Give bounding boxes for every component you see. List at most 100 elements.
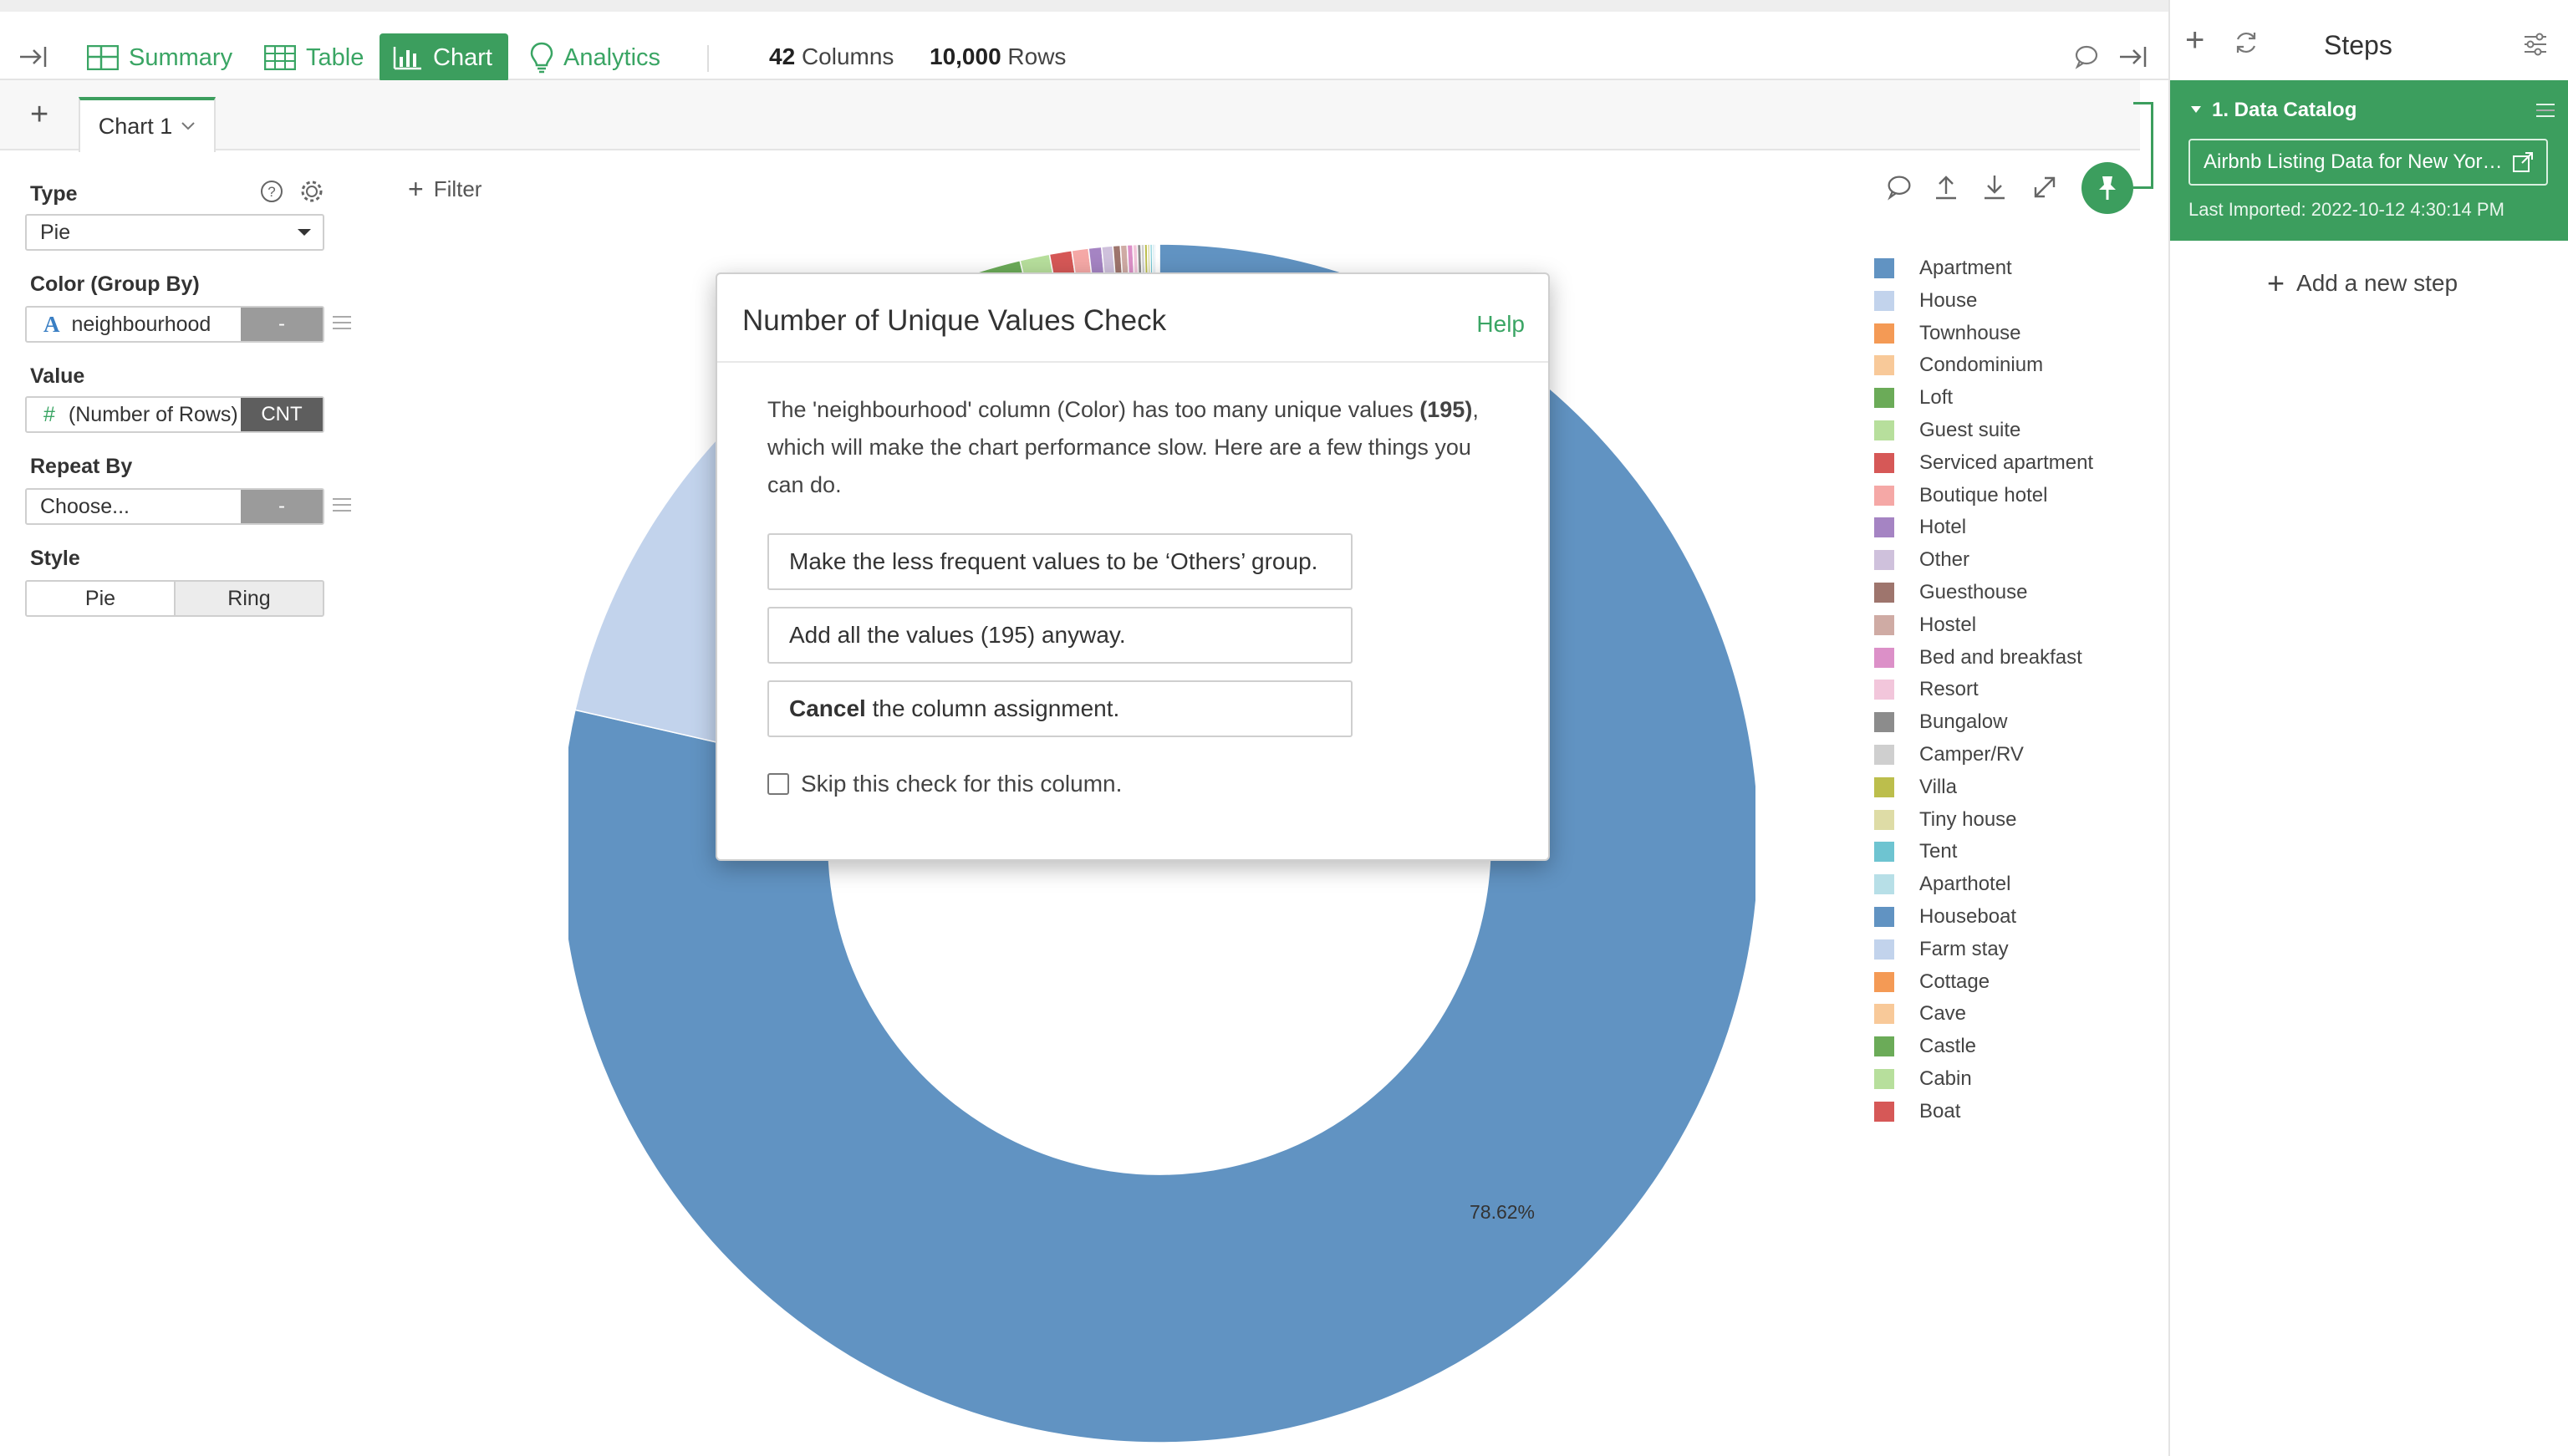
style-ring-button[interactable]: Ring bbox=[174, 580, 324, 617]
legend-swatch bbox=[1874, 971, 1894, 992]
legend-item[interactable]: Aparthotel bbox=[1874, 872, 2010, 897]
collapse-left-icon[interactable] bbox=[17, 40, 50, 74]
comment-chart-icon[interactable] bbox=[1884, 172, 1914, 202]
legend-swatch bbox=[1874, 323, 1894, 344]
legend-swatch bbox=[1874, 939, 1894, 960]
legend-item[interactable]: Hostel bbox=[1874, 613, 1976, 638]
legend-item[interactable]: Cottage bbox=[1874, 970, 1990, 995]
legend-label: Cave bbox=[1919, 1002, 1967, 1026]
refresh-icon[interactable] bbox=[2232, 28, 2260, 57]
legend-swatch bbox=[1874, 258, 1894, 278]
cancel-assignment-button[interactable]: Cancel the column assignment. bbox=[767, 680, 1353, 737]
legend-item[interactable]: Castle bbox=[1874, 1034, 1976, 1059]
color-menu-icon[interactable] bbox=[333, 316, 351, 329]
pin-connector-line bbox=[2133, 102, 2153, 189]
add-chart-tab-button[interactable]: + bbox=[30, 97, 48, 133]
help-link[interactable]: Help bbox=[1476, 311, 1525, 338]
legend-label: Villa bbox=[1919, 775, 1957, 798]
plus-icon: + bbox=[408, 174, 424, 204]
summary-button[interactable]: Summary bbox=[74, 33, 246, 82]
legend-item[interactable]: Condominium bbox=[1874, 353, 2043, 378]
legend-label: Serviced apartment bbox=[1919, 451, 2094, 474]
skip-check-checkbox[interactable] bbox=[767, 773, 789, 795]
legend-item[interactable]: Guest suite bbox=[1874, 418, 2020, 443]
legend-item[interactable]: Guesthouse bbox=[1874, 580, 2027, 605]
legend-item[interactable]: Farm stay bbox=[1874, 937, 2009, 962]
legend-label: Townhouse bbox=[1919, 321, 2021, 344]
legend-item[interactable]: Tent bbox=[1874, 839, 1957, 864]
legend-item[interactable]: Serviced apartment bbox=[1874, 451, 2093, 476]
legend-item[interactable]: Cabin bbox=[1874, 1067, 1972, 1092]
others-group-button[interactable]: Make the less frequent values to be ‘Oth… bbox=[767, 533, 1353, 590]
legend-item[interactable]: Townhouse bbox=[1874, 321, 2020, 346]
repeat-aggregation-tag[interactable]: - bbox=[241, 490, 323, 523]
caret-down-icon[interactable] bbox=[2190, 105, 2202, 114]
legend-label: Castle bbox=[1919, 1035, 1977, 1058]
color-aggregation-tag[interactable]: - bbox=[241, 308, 323, 341]
legend-label: Farm stay bbox=[1919, 937, 2009, 960]
legend-swatch bbox=[1874, 614, 1894, 635]
upload-icon[interactable] bbox=[1931, 172, 1961, 202]
add-new-step-label: Add a new step bbox=[2296, 270, 2458, 296]
collapse-right-icon[interactable] bbox=[2117, 40, 2150, 74]
top-toolbar: Summary Table Chart Analytics 42 Columns… bbox=[0, 0, 2168, 82]
legend-swatch bbox=[1874, 355, 1894, 376]
add-all-values-button[interactable]: Add all the values (195) anyway. bbox=[767, 607, 1353, 664]
gear-icon[interactable] bbox=[299, 179, 324, 204]
analytics-button[interactable]: Analytics bbox=[517, 33, 674, 82]
color-group-by-field[interactable]: A neighbourhood - bbox=[25, 306, 324, 343]
expand-icon[interactable] bbox=[2030, 172, 2060, 202]
dialog-message: The 'neighbourhood' column (Color) has t… bbox=[767, 397, 1479, 497]
legend-label: Bed and breakfast bbox=[1919, 645, 2082, 669]
filter-button[interactable]: + Filter bbox=[408, 174, 482, 205]
legend-label: Resort bbox=[1919, 678, 1979, 701]
comment-icon[interactable] bbox=[2073, 43, 2100, 70]
legend-item[interactable]: Houseboat bbox=[1874, 904, 2016, 929]
legend-label: Tiny house bbox=[1919, 807, 2017, 831]
tab-chart-1[interactable]: Chart 1 bbox=[79, 97, 216, 152]
legend-swatch bbox=[1874, 809, 1894, 830]
step-menu-icon[interactable] bbox=[2536, 104, 2555, 117]
legend-item[interactable]: Villa bbox=[1874, 775, 1957, 800]
value-aggregation-tag[interactable]: CNT bbox=[241, 398, 323, 431]
legend-label: Bungalow bbox=[1919, 710, 2008, 734]
add-new-step-button[interactable]: + Add a new step bbox=[2267, 266, 2458, 301]
lightbulb-icon bbox=[530, 42, 553, 74]
download-icon[interactable] bbox=[1980, 172, 2010, 202]
add-step-icon[interactable]: + bbox=[2185, 23, 2204, 57]
legend-swatch bbox=[1874, 1069, 1894, 1089]
legend-item[interactable]: Bed and breakfast bbox=[1874, 645, 2082, 670]
legend-item[interactable]: Apartment bbox=[1874, 256, 2012, 281]
caret-down-icon bbox=[298, 229, 311, 236]
legend-swatch bbox=[1874, 452, 1894, 473]
legend-item[interactable]: House bbox=[1874, 288, 1977, 313]
legend-item[interactable]: Cave bbox=[1874, 1001, 1966, 1026]
repeat-menu-icon[interactable] bbox=[333, 498, 351, 512]
skip-check-option[interactable]: Skip this check for this column. bbox=[767, 771, 1122, 797]
table-button[interactable]: Table bbox=[251, 33, 377, 82]
legend-item[interactable]: Loft bbox=[1874, 385, 1953, 410]
legend-item[interactable]: Other bbox=[1874, 547, 1969, 573]
pin-icon[interactable] bbox=[2081, 162, 2133, 214]
value-field[interactable]: # (Number of Rows) CNT bbox=[25, 396, 324, 433]
legend-label: Cottage bbox=[1919, 970, 1990, 993]
legend-item[interactable]: Bungalow bbox=[1874, 710, 2007, 735]
settings-sliders-icon[interactable] bbox=[2521, 30, 2550, 59]
legend-swatch bbox=[1874, 745, 1894, 765]
legend-item[interactable]: Boutique hotel bbox=[1874, 483, 2047, 508]
legend-label: Guesthouse bbox=[1919, 581, 2028, 603]
legend-item[interactable]: Tiny house bbox=[1874, 807, 2017, 832]
legend-item[interactable]: Boat bbox=[1874, 1099, 1960, 1124]
data-catalog-step[interactable]: 1. Data Catalog Airbnb Listing Data for … bbox=[2170, 80, 2568, 241]
style-pie-button[interactable]: Pie bbox=[25, 580, 176, 617]
bar-chart-icon bbox=[393, 47, 421, 70]
summary-label: Summary bbox=[129, 43, 233, 71]
legend-item[interactable]: Resort bbox=[1874, 677, 1979, 702]
help-icon[interactable]: ? bbox=[259, 179, 284, 204]
legend-item[interactable]: Camper/RV bbox=[1874, 742, 2024, 767]
data-source-link[interactable]: Airbnb Listing Data for New Yor… bbox=[2188, 139, 2548, 186]
legend-item[interactable]: Hotel bbox=[1874, 515, 1966, 540]
repeat-by-field[interactable]: Choose... - bbox=[25, 488, 324, 525]
chart-type-select[interactable]: Pie bbox=[25, 214, 324, 251]
chart-button[interactable]: Chart bbox=[380, 33, 508, 82]
